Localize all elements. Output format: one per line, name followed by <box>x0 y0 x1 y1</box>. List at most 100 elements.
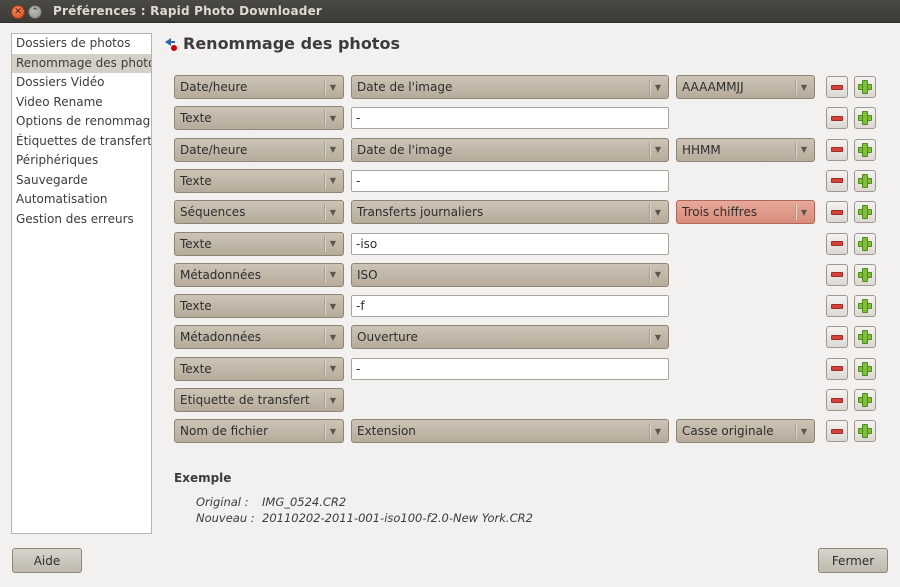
element-subtype-select[interactable]: Extension ▼ <box>351 419 669 444</box>
remove-row-button[interactable] <box>826 201 848 224</box>
text-input[interactable]: - <box>351 107 669 130</box>
sidebar-item-video-rename[interactable]: Video Rename <box>12 93 151 113</box>
dropdown-arrow-icon: ▼ <box>329 176 337 186</box>
plus-icon <box>858 361 872 376</box>
sidebar-item-photo-folders[interactable]: Dossiers de photos <box>12 34 151 54</box>
text-input[interactable]: -iso <box>351 232 669 255</box>
page-header: Renommage des photos <box>163 34 400 53</box>
minus-icon <box>831 178 843 184</box>
add-row-button[interactable] <box>854 326 876 349</box>
remove-row-button[interactable] <box>826 169 848 192</box>
minus-icon <box>831 209 843 215</box>
remove-row-button[interactable] <box>826 420 848 443</box>
sidebar-item-automation[interactable]: Automatisation <box>12 190 151 210</box>
select-value: Ouverture <box>357 330 418 345</box>
close-button[interactable]: Fermer <box>818 548 888 573</box>
add-row-button[interactable] <box>854 420 876 443</box>
sidebar-item-rename-options[interactable]: Options de renommage <box>12 112 151 132</box>
dropdown-arrow-icon: ▼ <box>800 207 808 217</box>
add-row-button[interactable] <box>854 295 876 318</box>
sidebar-item-error-handling[interactable]: Gestion des erreurs <box>12 210 151 230</box>
sidebar-item-video-folders[interactable]: Dossiers Vidéo <box>12 73 151 93</box>
example-new-value: 20110202-2011-001-iso100-f2.0-New York.C… <box>262 511 533 525</box>
plus-icon <box>858 299 872 314</box>
select-value: Texte <box>180 236 212 251</box>
element-type-select[interactable]: Métadonnées ▼ <box>174 325 344 350</box>
element-type-select[interactable]: Date/heure ▼ <box>174 75 344 99</box>
element-type-select[interactable]: Texte ▼ <box>174 168 344 193</box>
element-type-select[interactable]: Nom de fichier ▼ <box>174 419 344 444</box>
element-subtype-select[interactable]: Date de l'image ▼ <box>351 137 669 162</box>
element-subtype-select[interactable]: Ouverture ▼ <box>351 325 669 350</box>
dropdown-arrow-icon: ▼ <box>654 145 662 155</box>
dropdown-arrow-icon: ▼ <box>329 270 337 280</box>
remove-row-button[interactable] <box>826 76 848 98</box>
remove-row-button[interactable] <box>826 138 848 161</box>
add-row-button[interactable] <box>854 201 876 224</box>
remove-row-button[interactable] <box>826 357 848 380</box>
remove-row-button[interactable] <box>826 389 848 411</box>
add-row-button[interactable] <box>854 169 876 192</box>
add-row-button[interactable] <box>854 138 876 161</box>
element-format-select[interactable]: Trois chiffres ▼ <box>676 200 815 225</box>
element-type-select[interactable]: Texte ▼ <box>174 356 344 381</box>
element-type-select[interactable]: Date/heure ▼ <box>174 137 344 162</box>
dropdown-arrow-icon: ▼ <box>329 113 337 123</box>
element-subtype-select[interactable]: Transferts journaliers ▼ <box>351 200 669 225</box>
window-title: Préférences : Rapid Photo Downloader <box>53 4 323 18</box>
add-row-button[interactable] <box>854 357 876 380</box>
select-value: Date/heure <box>180 142 248 157</box>
plus-icon <box>858 80 872 94</box>
remove-row-button[interactable] <box>826 232 848 255</box>
remove-row-button[interactable] <box>826 326 848 349</box>
add-row-button[interactable] <box>854 263 876 286</box>
rename-icon <box>163 36 179 52</box>
sidebar-item-devices[interactable]: Périphériques <box>12 151 151 171</box>
minus-icon <box>831 84 843 90</box>
example-original-label: Original : <box>196 495 249 509</box>
add-row-button[interactable] <box>854 232 876 255</box>
remove-row-button[interactable] <box>826 295 848 318</box>
minus-icon <box>831 366 843 372</box>
select-value: Nom de fichier <box>180 424 269 439</box>
add-row-button[interactable] <box>854 76 876 98</box>
minimize-window-icon[interactable]: ⌃ <box>28 5 42 19</box>
dropdown-arrow-icon: ▼ <box>654 82 662 92</box>
minus-icon <box>831 303 843 309</box>
text-input[interactable]: -f <box>351 295 669 318</box>
element-type-select[interactable]: Texte ▼ <box>174 106 344 131</box>
close-window-icon[interactable]: ✕ <box>11 5 25 19</box>
example-new-label: Nouveau : <box>196 511 255 525</box>
select-value: Texte <box>180 173 212 188</box>
element-type-select[interactable]: Métadonnées ▼ <box>174 262 344 287</box>
text-input[interactable]: - <box>351 169 669 192</box>
element-type-select[interactable]: Etiquette de transfert ▼ <box>174 388 344 412</box>
plus-icon <box>858 330 872 345</box>
select-value: Casse originale <box>682 424 774 439</box>
sidebar-item-photo-rename[interactable]: Renommage des photos <box>12 53 151 73</box>
sidebar-item-job-codes[interactable]: Étiquettes de transfert <box>12 132 151 152</box>
element-format-select[interactable]: Casse originale ▼ <box>676 419 815 444</box>
title-bar: ✕ ⌃ Préférences : Rapid Photo Downloader <box>0 0 900 23</box>
dropdown-arrow-icon: ▼ <box>329 239 337 248</box>
element-subtype-select[interactable]: ISO ▼ <box>351 262 669 287</box>
select-value: AAAAMMJJ <box>682 80 744 94</box>
add-row-button[interactable] <box>854 107 876 130</box>
element-type-select[interactable]: Texte ▼ <box>174 294 344 319</box>
help-button[interactable]: Aide <box>12 548 82 573</box>
plus-icon <box>858 173 872 188</box>
sidebar-item-backup[interactable]: Sauvegarde <box>12 171 151 191</box>
element-subtype-select[interactable]: Date de l'image ▼ <box>351 75 669 99</box>
remove-row-button[interactable] <box>826 107 848 130</box>
element-format-select[interactable]: AAAAMMJJ ▼ <box>676 75 815 99</box>
element-type-select[interactable]: Séquences ▼ <box>174 200 344 225</box>
add-row-button[interactable] <box>854 389 876 411</box>
element-format-select[interactable]: HHMM ▼ <box>676 137 815 162</box>
element-type-select[interactable]: Texte ▼ <box>174 231 344 256</box>
dropdown-arrow-icon: ▼ <box>654 207 662 217</box>
text-input[interactable]: - <box>351 357 669 380</box>
select-value: Séquences <box>180 205 246 220</box>
minus-icon <box>831 334 843 340</box>
remove-row-button[interactable] <box>826 263 848 286</box>
dropdown-arrow-icon: ▼ <box>329 82 337 92</box>
